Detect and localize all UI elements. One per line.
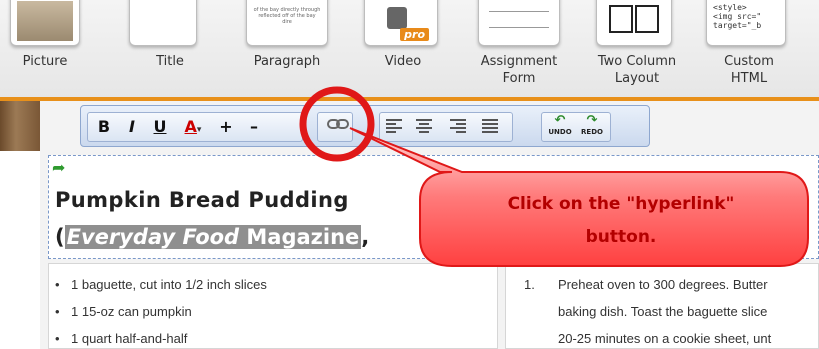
recipe-subtitle: (Everyday Food Magazine, <box>55 225 369 249</box>
history-group: ↶ UNDO ↷ REDO <box>541 112 611 142</box>
palette-label-two-column: Two Column Layout <box>597 54 677 86</box>
formatting-toolbar: B I U A▾ + – ↶ UNDO ↷ REDO <box>80 105 650 147</box>
align-center-icon[interactable] <box>416 119 434 135</box>
alignment-group <box>379 112 513 142</box>
font-color-button[interactable]: A▾ <box>176 113 210 141</box>
palette-label-custom-html: Custom HTML <box>724 54 774 86</box>
redo-label: REDO <box>581 128 603 136</box>
list-item: 1 15-oz can pumpkin <box>55 304 192 319</box>
bold-button[interactable]: B <box>92 113 116 141</box>
decrease-size-button[interactable]: – <box>242 113 266 141</box>
font-color-letter: A <box>184 117 197 136</box>
redo-button[interactable]: ↷ REDO <box>578 113 606 139</box>
video-thumbnail: pro <box>364 0 438 46</box>
chevron-down-icon: ▾ <box>196 125 202 135</box>
align-left-icon[interactable] <box>386 119 404 135</box>
recipe-title: Pumpkin Bread Pudding <box>55 188 349 212</box>
custom-html-code: <style> <img src=" target="_b <box>713 3 762 30</box>
undo-button[interactable]: ↶ UNDO <box>546 113 574 139</box>
palette-label-assignment-form: Assignment Form <box>480 54 558 86</box>
italic-button[interactable]: I <box>120 113 144 141</box>
palette-label-title: Title <box>156 54 184 69</box>
open-paren: ( <box>55 225 65 249</box>
custom-html-thumbnail: <style> <img src=" target="_b <box>706 0 786 46</box>
callout-line-2: button. <box>585 227 657 247</box>
callout-text: Click on the "hyperlink" button. <box>426 188 816 254</box>
selected-italic-text: Everyday Food <box>66 225 240 249</box>
palette-label-video: Video <box>384 54 422 69</box>
increase-size-button[interactable]: + <box>214 113 238 141</box>
undo-label: UNDO <box>548 128 572 136</box>
selected-text: Everyday Food Magazine <box>64 225 362 249</box>
form-line <box>489 11 549 12</box>
align-justify-icon[interactable] <box>482 119 500 135</box>
two-column-thumbnail <box>596 0 672 46</box>
trailing-comma: , <box>361 225 370 249</box>
ingredients-column[interactable]: 1 baguette, cut into 1/2 inch slices 1 1… <box>48 263 498 349</box>
paragraph-thumb-text: of the bay directly through reflected of… <box>253 7 321 25</box>
column-icon <box>635 5 659 33</box>
form-line <box>489 27 549 28</box>
picture-icon <box>17 1 73 41</box>
undo-arrow-icon: ↶ <box>554 113 566 128</box>
paragraph-thumbnail: of the bay directly through reflected of… <box>246 0 328 46</box>
picture-thumbnail <box>10 0 80 46</box>
palette-label-picture: Picture <box>22 54 68 69</box>
callout-line-1: Click on the "hyperlink" <box>507 194 735 214</box>
list-item: 1 baguette, cut into 1/2 inch slices <box>55 277 267 292</box>
column-icon <box>609 5 633 33</box>
step-line: baking dish. Toast the baguette slice <box>558 304 768 319</box>
pro-badge: pro <box>400 28 429 41</box>
background-image <box>0 101 40 151</box>
directions-column[interactable]: 1. Preheat oven to 300 degrees. Butter b… <box>505 263 819 349</box>
step-number: 1. <box>524 277 535 292</box>
element-palette: Picture Title of the bay directly throug… <box>0 0 819 100</box>
step-line: 20-25 minutes on a cookie sheet, unt <box>558 331 772 346</box>
redo-arrow-icon: ↷ <box>586 113 598 128</box>
text-format-group: B I U A▾ + – <box>87 112 303 142</box>
step-line: Preheat oven to 300 degrees. Butter <box>558 277 768 292</box>
form-thumbnail <box>478 0 560 46</box>
align-right-icon[interactable] <box>450 119 468 135</box>
camera-icon <box>387 7 407 29</box>
title-thumbnail <box>129 0 197 46</box>
list-item: 1 quart half-and-half <box>55 331 187 346</box>
underline-button[interactable]: U <box>148 113 172 141</box>
selected-plain-text: Magazine <box>239 225 360 249</box>
green-arrow-icon[interactable]: ➦ <box>52 158 65 177</box>
palette-label-paragraph: Paragraph <box>253 54 321 69</box>
chain-link-icon <box>327 119 349 129</box>
